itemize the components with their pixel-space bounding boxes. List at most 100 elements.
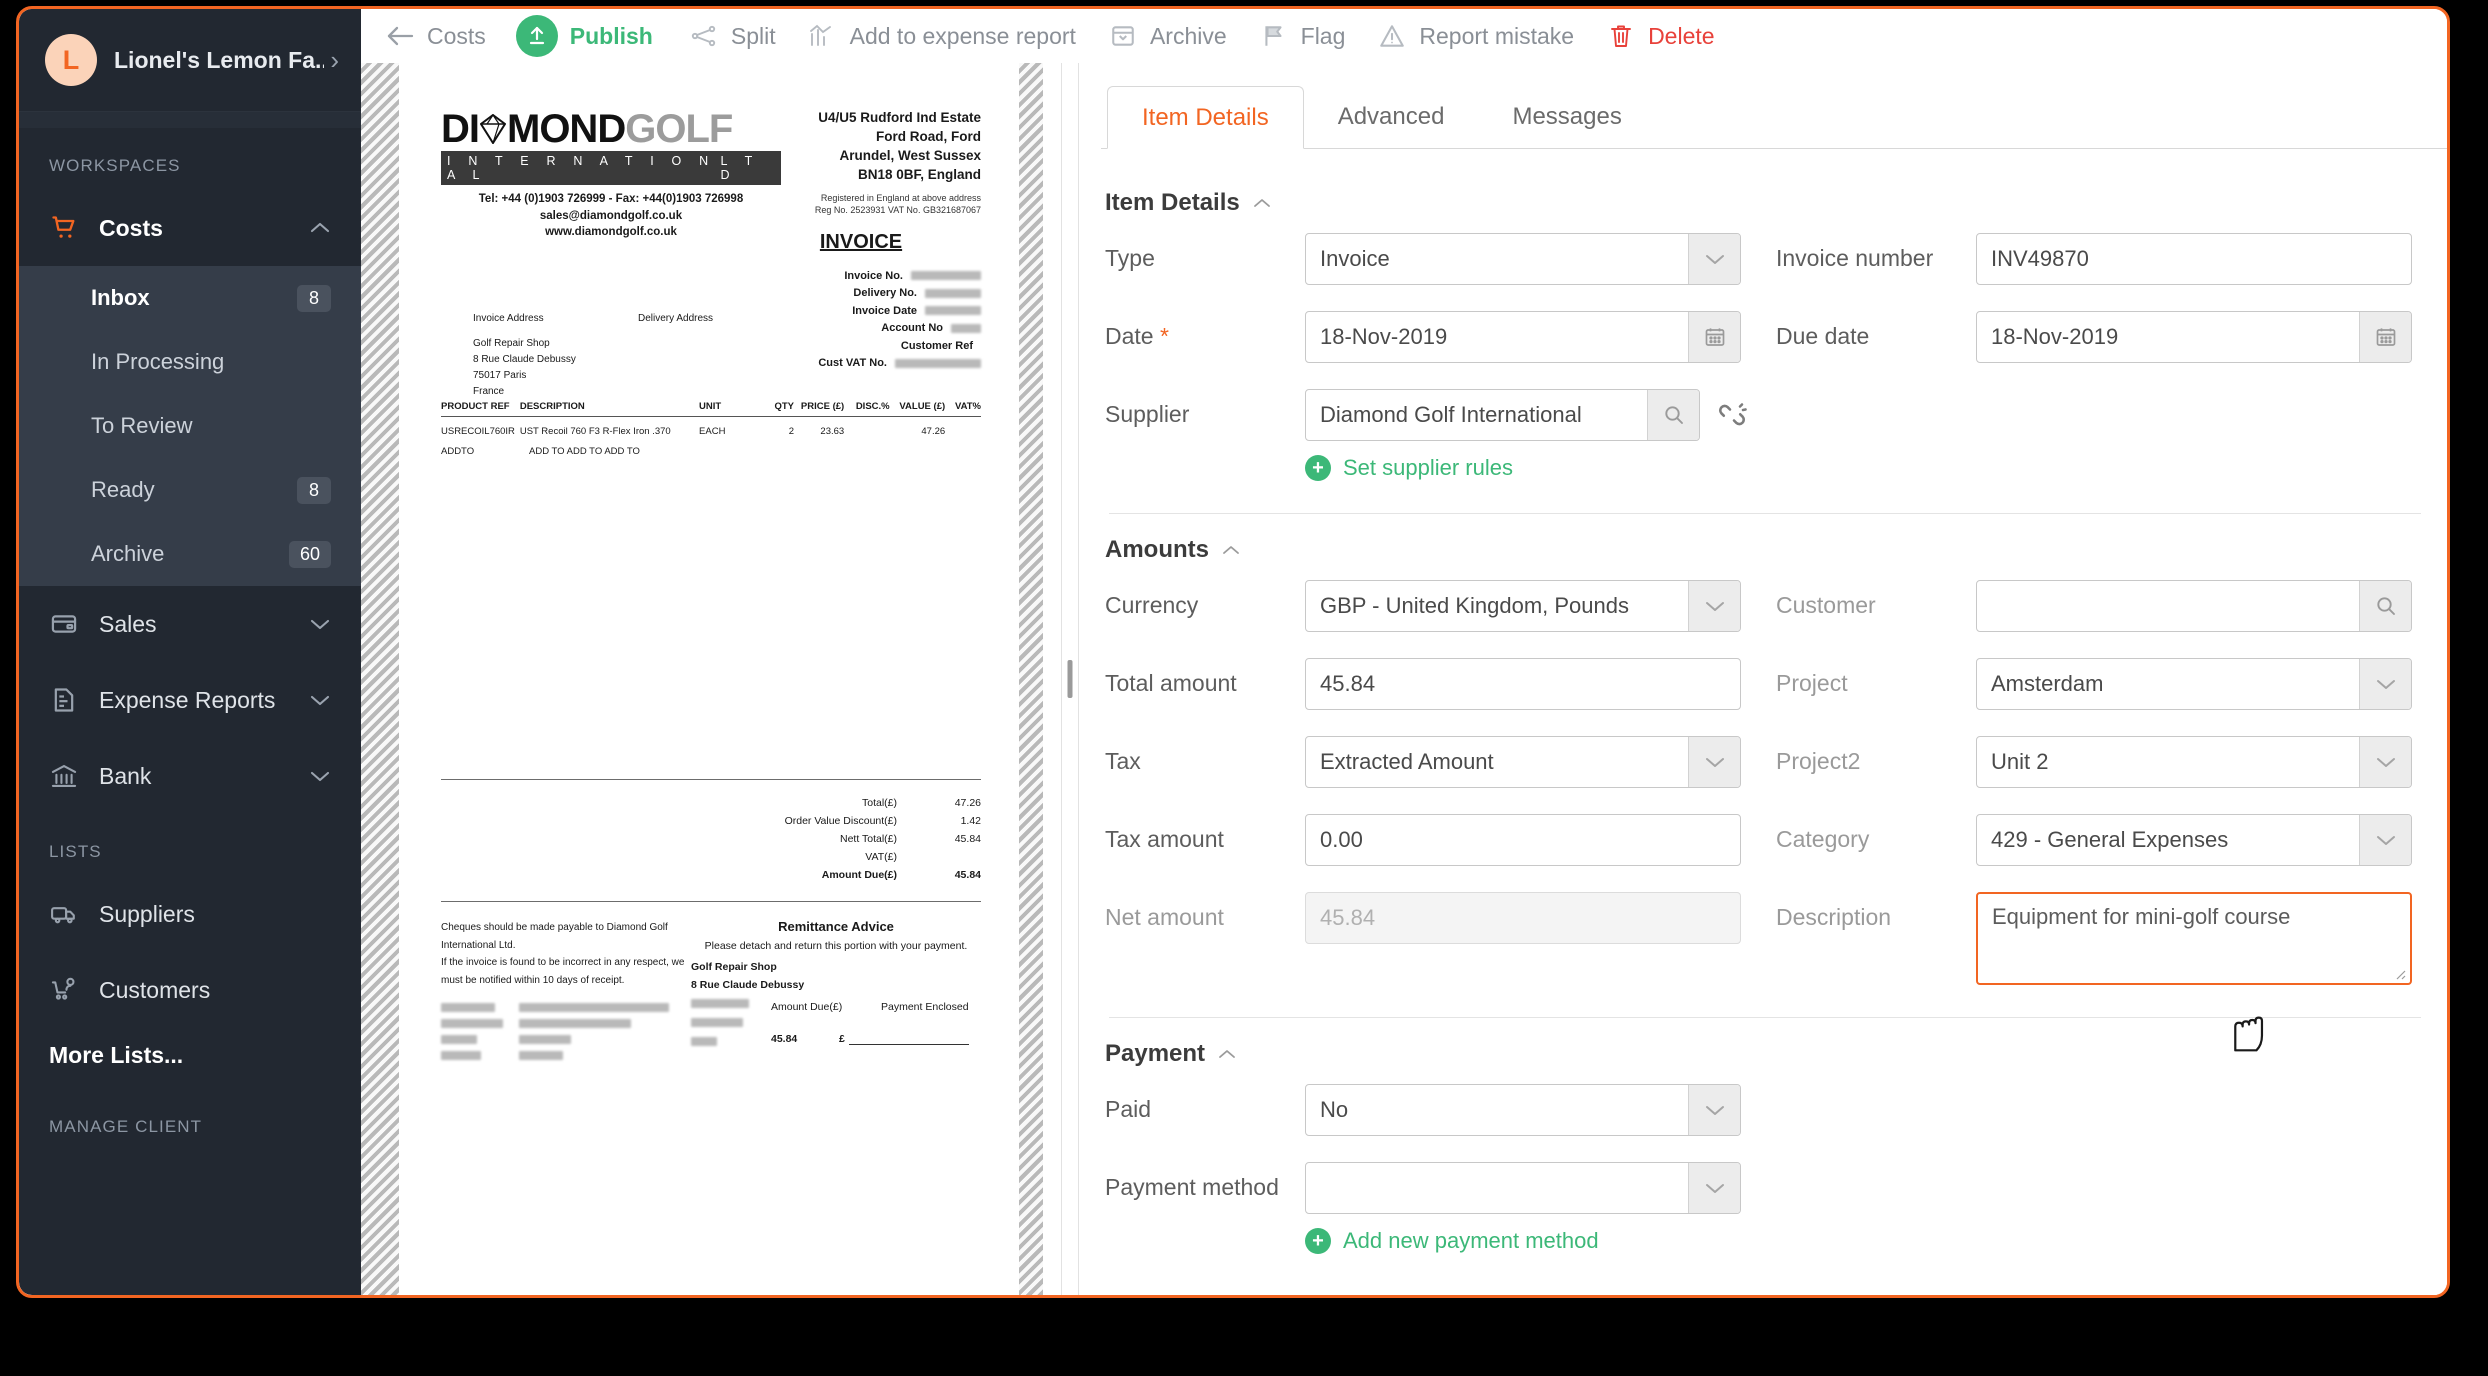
- sidebar-item-expense-reports[interactable]: Expense Reports: [19, 662, 361, 738]
- redacted-value: [925, 288, 981, 298]
- supplier-email: sales@diamondgolf.co.uk: [539, 209, 683, 222]
- sidebar-item-label: Costs: [99, 214, 163, 241]
- search-icon[interactable]: [1647, 390, 1699, 440]
- field-label: Due date: [1776, 323, 1870, 349]
- paid-select[interactable]: No: [1305, 1084, 1741, 1136]
- sidebar-item-in-processing[interactable]: In Processing: [19, 330, 361, 394]
- workspace-selector[interactable]: L Lionel's Lemon Fa... ›: [19, 9, 361, 112]
- project-select[interactable]: Amsterdam: [1976, 658, 2412, 710]
- tab-item-details[interactable]: Item Details: [1107, 86, 1304, 149]
- date-input[interactable]: 18-Nov-2019: [1305, 311, 1741, 363]
- add-to-expense-report-button[interactable]: Add to expense report: [806, 19, 1076, 53]
- flag-button[interactable]: Flag: [1257, 19, 1345, 53]
- col-header: VALUE (£): [899, 401, 946, 412]
- amount-due-label: Amount Due(£): [771, 1000, 843, 1013]
- splitter-grip[interactable]: [1067, 660, 1073, 698]
- sidebar-item-sales[interactable]: Sales: [19, 586, 361, 662]
- description-textarea[interactable]: Equipment for mini-golf course: [1976, 892, 2412, 985]
- sidebar-item-label: Customers: [99, 976, 211, 1003]
- archive-button[interactable]: Archive: [1106, 19, 1227, 53]
- chevron-down-icon[interactable]: [1688, 1085, 1740, 1135]
- type-value: Invoice: [1320, 246, 1390, 271]
- chevron-down-icon[interactable]: [1688, 581, 1740, 631]
- delete-button[interactable]: Delete: [1604, 19, 1715, 53]
- sidebar-item-inbox[interactable]: Inbox 8: [19, 266, 361, 330]
- tab-messages[interactable]: Messages: [1478, 85, 1655, 148]
- diamond-glyph-icon: [480, 114, 506, 144]
- category-select[interactable]: 429 - General Expenses: [1976, 814, 2412, 866]
- type-select[interactable]: Invoice: [1305, 233, 1741, 285]
- cell-unit: EACH: [699, 426, 726, 437]
- sidebar-item-bank[interactable]: Bank: [19, 738, 361, 814]
- sidebar-item-ready[interactable]: Ready 8: [19, 458, 361, 522]
- chevron-down-icon[interactable]: [2359, 659, 2411, 709]
- customer-input[interactable]: [1976, 580, 2412, 632]
- cell-qty: 2: [788, 426, 795, 437]
- currency-select[interactable]: GBP - United Kingdom, Pounds: [1305, 580, 1741, 632]
- report-icon: [49, 685, 79, 715]
- meta-key: Account No: [881, 322, 943, 335]
- document-preview-pane[interactable]: DI MOND GOLF I N T E R N A T I O N A L L…: [361, 63, 1061, 1295]
- sidebar-item-suppliers[interactable]: Suppliers: [19, 876, 361, 952]
- col-header: UNIT: [699, 401, 722, 412]
- section-header-amounts[interactable]: Amounts: [1105, 536, 2447, 564]
- chevron-down-icon[interactable]: [1688, 1163, 1740, 1213]
- field-paid: Paid No: [1105, 1084, 1750, 1136]
- publish-button[interactable]: Publish: [515, 15, 653, 57]
- calendar-icon[interactable]: [1688, 312, 1740, 362]
- field-label: Project2: [1776, 748, 1861, 774]
- sidebar-item-to-review[interactable]: To Review: [19, 394, 361, 458]
- lists-label: LISTS: [49, 842, 102, 861]
- chevron-up-icon[interactable]: [1221, 544, 1241, 556]
- due-date-input[interactable]: 18-Nov-2019: [1976, 311, 2412, 363]
- chevron-up-icon[interactable]: [1252, 197, 1272, 209]
- unlink-supplier-icon[interactable]: [1714, 397, 1750, 433]
- total-amount-input[interactable]: 45.84: [1305, 658, 1741, 710]
- delivery-address-heading: Delivery Address: [638, 313, 714, 324]
- sidebar-item-archive[interactable]: Archive 60: [19, 522, 361, 586]
- pane-splitter[interactable]: [1061, 63, 1079, 1295]
- section-header-payment[interactable]: Payment: [1105, 1040, 2447, 1068]
- chevron-down-icon[interactable]: [2359, 815, 2411, 865]
- sidebar-item-costs[interactable]: Costs: [19, 190, 361, 266]
- field-label: Date *: [1105, 311, 1305, 350]
- cell-value: 47.26: [921, 426, 946, 437]
- search-icon[interactable]: [2359, 581, 2411, 631]
- invoice-number-input[interactable]: INV49870: [1976, 233, 2412, 285]
- report-mistake-button[interactable]: Report mistake: [1375, 19, 1574, 53]
- chevron-down-icon[interactable]: [1688, 234, 1740, 284]
- chevron-right-icon: ›: [330, 44, 339, 75]
- report-mistake-label: Report mistake: [1419, 22, 1575, 49]
- add-new-payment-method-link[interactable]: + Add new payment method: [1305, 1228, 1741, 1254]
- set-supplier-rules-link[interactable]: + Set supplier rules: [1305, 455, 1700, 481]
- tax-amount-input[interactable]: 0.00: [1305, 814, 1741, 866]
- date-label: Date: [1105, 323, 1154, 349]
- calendar-icon[interactable]: [2359, 312, 2411, 362]
- more-lists-link[interactable]: More Lists...: [19, 1028, 361, 1083]
- resize-grip-icon[interactable]: [2392, 966, 2406, 980]
- chevron-down-icon[interactable]: [1688, 737, 1740, 787]
- invoice-address-heading: Invoice Address: [473, 313, 544, 324]
- sidebar-item-customers[interactable]: Customers: [19, 952, 361, 1028]
- warning-icon: [1375, 19, 1409, 53]
- tab-advanced[interactable]: Advanced: [1304, 85, 1479, 148]
- col-header: PRICE (£): [800, 401, 845, 412]
- supplier-input[interactable]: Diamond Golf International: [1305, 389, 1700, 441]
- chevron-down-icon[interactable]: [2359, 737, 2411, 787]
- workspaces-label: WORKSPACES: [49, 156, 181, 175]
- split-button[interactable]: Split: [687, 19, 776, 53]
- publish-label: Publish: [569, 22, 653, 49]
- tax-select[interactable]: Extracted Amount: [1305, 736, 1741, 788]
- section-header-item-details[interactable]: Item Details: [1105, 189, 2447, 217]
- chevron-up-icon[interactable]: [1217, 1048, 1237, 1060]
- field-label: Project: [1776, 670, 1848, 696]
- payment-method-select[interactable]: [1305, 1162, 1741, 1214]
- payment-enclosed-label: Payment Enclosed: [881, 1000, 969, 1013]
- field-total-amount: Total amount 45.84: [1105, 658, 1750, 710]
- logo-part-1: DI: [441, 107, 480, 151]
- main-area: Costs Publish Split Add to expense repor…: [361, 9, 2447, 1295]
- delivery-address-col: Delivery Address: [638, 311, 803, 400]
- back-to-costs-button[interactable]: Costs: [383, 19, 486, 53]
- project2-select[interactable]: Unit 2: [1976, 736, 2412, 788]
- meta-key: Delivery No.: [853, 287, 917, 300]
